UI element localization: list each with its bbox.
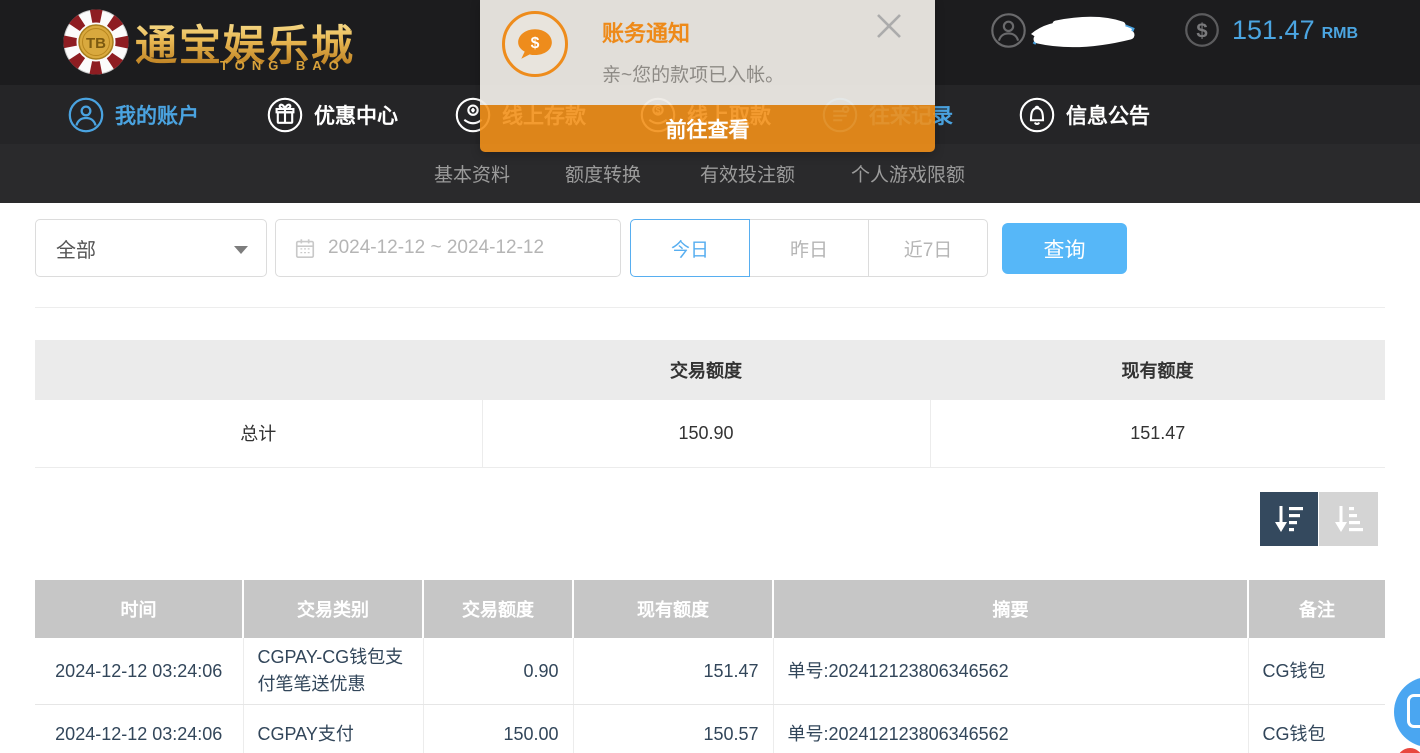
nav-item-announcements[interactable]: 信息公告 <box>1019 85 1150 144</box>
summary-total-balance: 151.47 <box>930 400 1385 467</box>
account-icon <box>68 97 104 133</box>
cell-time: 2024-12-12 03:24:06 <box>35 705 243 753</box>
col-summary: 摘要 <box>773 580 1248 638</box>
page: TB 通宝娱乐城 TONG BAO $ 151.47 <box>0 0 1420 753</box>
table-row: 2024-12-12 03:24:06 CGPAY-CG钱包支付笔笔送优惠 0.… <box>35 638 1385 705</box>
sort-descending-icon <box>1273 504 1305 534</box>
col-time: 时间 <box>35 580 243 638</box>
chevron-down-icon <box>234 246 248 254</box>
transaction-type-select[interactable]: 全部 <box>35 219 267 277</box>
cell-summary: 单号:202412123806346562 <box>773 705 1248 753</box>
sort-descending-button[interactable] <box>1260 492 1318 546</box>
date-range-input[interactable]: 2024-12-12 ~ 2024-12-12 <box>275 219 621 277</box>
sort-ascending-icon <box>1333 504 1365 534</box>
summary-header-row: 交易额度 现有额度 <box>35 340 1385 400</box>
subnav-item-basic-info[interactable]: 基本资料 <box>434 144 510 203</box>
cell-note: CG钱包 <box>1248 638 1385 705</box>
transactions-table: 时间 交易类别 交易额度 现有额度 摘要 备注 2024-12-12 03:24… <box>35 580 1385 753</box>
poker-chip-icon: TB <box>62 8 130 76</box>
account-notice-popup: $ 账务通知 亲~您的款项已入帐。 前往查看 <box>480 0 935 152</box>
floating-red-widget <box>1397 748 1420 753</box>
col-amount: 交易额度 <box>423 580 573 638</box>
summary-total-row: 总计 150.90 151.47 <box>35 400 1385 467</box>
range-7days-button[interactable]: 近7日 <box>868 219 988 277</box>
cell-balance: 150.57 <box>573 705 773 753</box>
brand-logo[interactable]: TB <box>62 8 130 76</box>
summary-col-balance: 现有额度 <box>930 340 1385 400</box>
svg-text:$: $ <box>531 35 540 52</box>
sort-ascending-button[interactable] <box>1319 492 1378 546</box>
range-yesterday-button[interactable]: 昨日 <box>749 219 869 277</box>
nav-label: 我的账户 <box>115 100 199 130</box>
go-view-button[interactable]: 前往查看 <box>480 105 935 152</box>
range-today-button[interactable]: 今日 <box>630 219 750 277</box>
summary-table: 交易额度 现有额度 总计 150.90 151.47 <box>35 340 1385 468</box>
svg-text:$: $ <box>1196 21 1207 43</box>
cell-balance: 151.47 <box>573 638 773 705</box>
nav-label: 信息公告 <box>1066 100 1150 130</box>
col-balance: 现有额度 <box>573 580 773 638</box>
popup-title: 账务通知 <box>602 16 690 48</box>
service-doc-icon <box>1407 694 1420 728</box>
cell-type: CGPAY支付 <box>243 705 423 753</box>
customer-service-float-button[interactable] <box>1394 677 1420 747</box>
money-message-icon: $ <box>502 11 568 77</box>
brand-subtitle: TONG BAO <box>220 58 346 73</box>
gift-icon <box>267 97 303 133</box>
cell-summary: 单号:202412123806346562 <box>773 638 1248 705</box>
summary-col-empty <box>35 340 482 400</box>
popup-body: $ 账务通知 亲~您的款项已入帐。 <box>480 0 935 105</box>
search-button[interactable]: 查询 <box>1002 223 1127 274</box>
svg-text:TB: TB <box>86 35 106 52</box>
nav-item-promotions[interactable]: 优惠中心 <box>267 85 398 144</box>
quick-range-group: 今日 昨日 近7日 <box>630 219 988 277</box>
account-subnav: 基本资料 额度转换 有效投注额 个人游戏限额 <box>0 144 1420 203</box>
summary-col-amount: 交易额度 <box>482 340 930 400</box>
cell-note: CG钱包 <box>1248 705 1385 753</box>
nav-label: 优惠中心 <box>314 100 398 130</box>
col-note: 备注 <box>1248 580 1385 638</box>
transactions-header-row: 时间 交易类别 交易额度 现有额度 摘要 备注 <box>35 580 1385 638</box>
user-icon <box>990 12 1027 49</box>
summary-total-label: 总计 <box>35 400 482 467</box>
type-select-value: 全部 <box>56 234 96 263</box>
cell-time: 2024-12-12 03:24:06 <box>35 638 243 705</box>
calendar-icon <box>294 237 316 259</box>
subnav-item-valid-bets[interactable]: 有效投注额 <box>700 144 795 203</box>
cell-amount: 0.90 <box>423 638 573 705</box>
balance-currency: RMB <box>1322 25 1358 43</box>
cell-amount: 150.00 <box>423 705 573 753</box>
close-icon[interactable] <box>871 8 907 44</box>
balance-amount: 151.47 <box>1232 15 1315 46</box>
date-range-value: 2024-12-12 ~ 2024-12-12 <box>328 237 544 259</box>
bell-icon <box>1019 97 1055 133</box>
subnav-item-credit-transfer[interactable]: 额度转换 <box>565 144 641 203</box>
cell-type: CGPAY-CG钱包支付笔笔送优惠 <box>243 638 423 705</box>
table-row: 2024-12-12 03:24:06 CGPAY支付 150.00 150.5… <box>35 705 1385 753</box>
popup-message: 亲~您的款项已入帐。 <box>602 60 784 87</box>
dollar-coin-icon: $ <box>1184 12 1220 48</box>
section-divider <box>35 307 1385 308</box>
col-type: 交易类别 <box>243 580 423 638</box>
summary-total-amount: 150.90 <box>482 400 930 467</box>
username-redacted <box>1026 12 1138 54</box>
balance: $ 151.47 RMB <box>1184 12 1358 48</box>
subnav-item-game-limits[interactable]: 个人游戏限额 <box>851 144 965 203</box>
user-menu[interactable] <box>990 12 1140 54</box>
nav-item-my-account[interactable]: 我的账户 <box>68 85 199 144</box>
